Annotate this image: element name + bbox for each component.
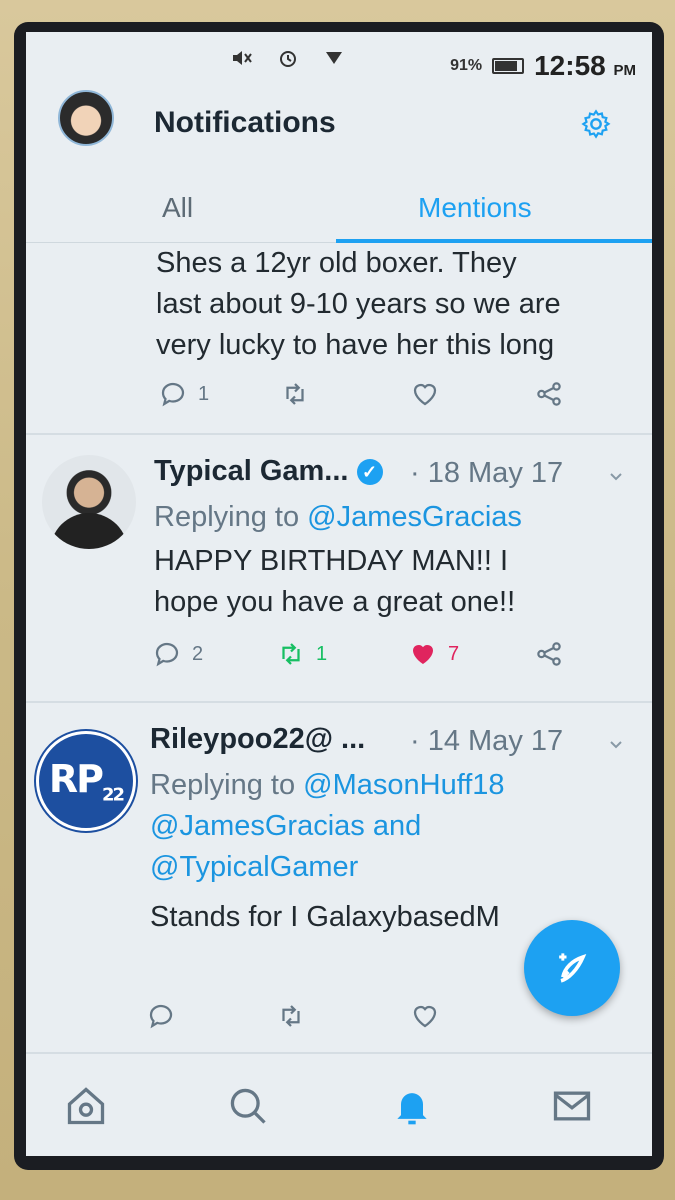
screen: 91% 12:58 PM Notifications All Mentions … [26,32,652,1156]
tab-mentions[interactable]: Mentions [418,192,532,224]
like-button[interactable] [410,1001,440,1031]
signal-icon [326,52,342,64]
mention-link[interactable]: @JamesGracias [150,810,365,842]
retweet-button[interactable] [280,379,310,409]
mention-link[interactable]: @TypicalGamer [150,851,358,883]
profile-avatar[interactable] [58,90,114,146]
reply-count: 2 [192,642,204,665]
reply-icon [155,642,179,667]
reply-icon [161,382,185,407]
tweet-line: Shes a 12yr old boxer. They [156,247,517,279]
avatar-logo-sub: 22 [102,784,125,806]
home-icon[interactable] [64,1084,108,1128]
tab-all[interactable]: All [162,192,193,224]
replying-to: Replying to @MasonHuff18 @JamesGracias a… [150,765,505,888]
heart-icon [413,1005,437,1028]
reply-button[interactable] [146,1001,176,1031]
battery-icon [492,58,525,74]
tweet-text: HAPPY BIRTHDAY MAN!! I hope you have a g… [154,541,515,623]
battery-percent: 91% [450,57,483,74]
verified-icon: ✓ [356,459,383,486]
tweet-line: hope you have a great one!! [154,586,516,618]
retweet-icon [286,383,304,405]
chevron-down-icon[interactable] [608,469,624,485]
reply-icon [149,1004,173,1029]
retweet-icon [282,1005,300,1027]
clock: 12:58 PM [534,50,636,82]
clock-ampm: PM [613,62,637,79]
share-button[interactable] [534,639,564,669]
replying-prefix: Replying to [154,501,300,533]
replying-to: Replying to @JamesGracias [154,497,522,538]
like-button[interactable] [410,379,440,409]
tweet-actions: 1 [26,379,652,419]
status-icons [230,46,346,70]
mention-link[interactable]: @MasonHuff18 [303,769,504,801]
alarm-icon [280,51,296,67]
compose-feather-icon [559,953,587,983]
retweet-button[interactable]: 1 [276,639,327,669]
heart-icon [413,383,437,406]
tweet-actions: 2 1 7 [26,639,652,679]
tweet-line: very lucky to have her this long [156,329,555,361]
tweet-date: · 14 May 17 [410,725,564,757]
mention-link[interactable]: @JamesGracias [307,501,522,533]
tweet-line: last about 9-10 years so we are [156,288,561,320]
status-bar: 91% 12:58 PM [26,32,652,90]
retweet-count: 1 [316,642,328,665]
reply-count: 1 [198,382,210,405]
app-header: Notifications [26,90,652,178]
chevron-down-icon[interactable] [608,737,624,753]
reply-button[interactable]: 2 [152,639,203,669]
gear-icon[interactable] [580,108,612,140]
replying-prefix: Replying to [150,769,296,801]
tweet-card[interactable]: Shes a 12yr old boxer. They last about 9… [26,243,652,435]
notification-tabs: All Mentions [26,178,652,243]
tweet-text: Shes a 12yr old boxer. They last about 9… [156,243,561,366]
avatar-logo-main: RP [48,756,104,801]
status-right: 91% 12:58 PM [450,50,636,82]
messages-icon[interactable] [550,1084,594,1128]
bottom-navigation [26,1052,652,1156]
search-icon[interactable] [226,1084,270,1128]
compose-tweet-button[interactable] [524,920,620,1016]
user-name[interactable]: Typical Gam... ✓ [154,455,383,488]
display-name[interactable]: Rileypoo22@ ... [150,723,365,756]
retweet-button[interactable] [276,1001,306,1031]
share-icon [537,642,561,666]
mute-icon [233,51,252,65]
tweet-text: Stands for I GalaxybasedM [150,897,500,938]
reply-button[interactable]: 1 [158,379,209,409]
tweet-card[interactable]: Typical Gam... ✓ · 18 May 17 Replying to… [26,433,652,703]
heart-icon [413,645,433,664]
replying-and: and [372,810,422,842]
avatar-logo-text: RP22 [48,756,125,806]
tweet-line: Stands for I GalaxybasedM [150,901,500,933]
user-avatar[interactable]: RP22 [36,731,136,831]
display-name: Typical Gam... [154,455,349,487]
user-avatar[interactable] [42,455,136,549]
tweet-line: HAPPY BIRTHDAY MAN!! I [154,545,509,577]
notifications-icon[interactable] [390,1084,434,1128]
tweet-date: · 18 May 17 [410,457,564,489]
clock-time: 12:58 [534,50,606,81]
share-button[interactable] [534,379,564,409]
page-title: Notifications [154,106,336,139]
like-button[interactable]: 7 [408,639,459,669]
share-icon [537,382,561,406]
like-count: 7 [448,642,460,665]
retweet-icon [282,643,300,665]
